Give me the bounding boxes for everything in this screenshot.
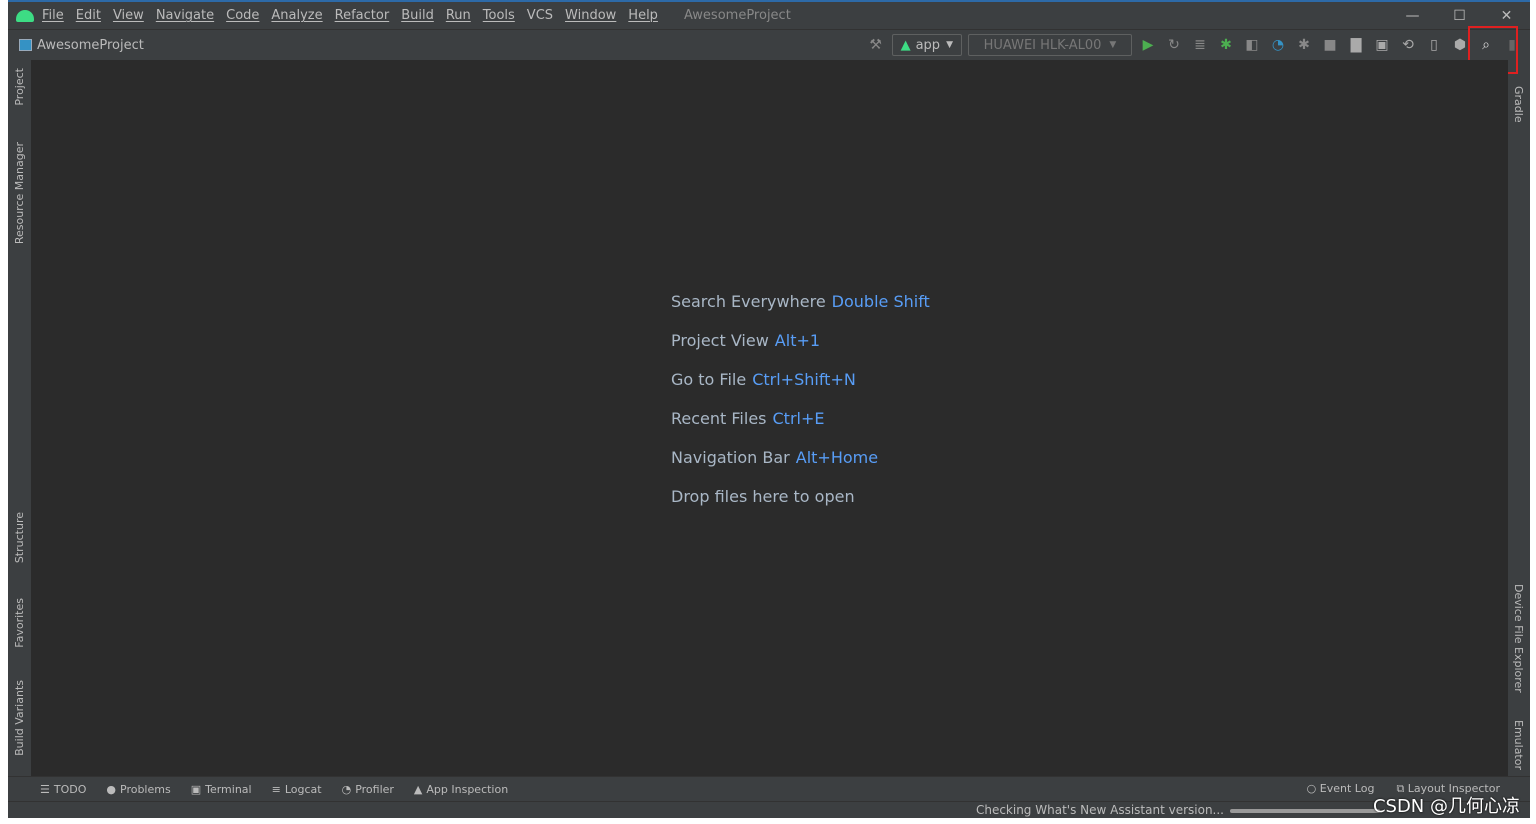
apply-changes-icon[interactable]: ↻ — [1164, 35, 1184, 55]
app-inspection-icon: ▲ — [413, 782, 423, 796]
device-manager-icon[interactable]: ▯ — [1424, 35, 1444, 55]
run-config-label: app — [915, 37, 941, 53]
run-config-select[interactable]: ▲ app ▼ — [891, 34, 962, 56]
bottom-tool-bar: ☰ TODO ● Problems ▣ Terminal ≡ Logcat ◔ Profi… — [8, 776, 1530, 801]
background-task-progress[interactable] — [1230, 809, 1380, 813]
device-label: HUAWEI HLK-AL00 — [983, 37, 1102, 53]
menu-build[interactable]: Build — [401, 8, 434, 23]
menu-run[interactable]: Run — [446, 8, 471, 23]
menu-tools[interactable]: Tools — [483, 8, 515, 23]
hint-go-to-file: Go to File Ctrl+Shift+N — [671, 370, 856, 389]
project-icon — [19, 39, 32, 51]
tool-project[interactable]: Project — [13, 68, 26, 106]
menu-view[interactable]: View — [113, 8, 144, 23]
hammer-icon[interactable]: ⚒ — [866, 35, 886, 55]
todo-icon: ☰ — [40, 782, 50, 796]
tool-todo[interactable]: TODO — [54, 783, 87, 796]
tool-emulator[interactable]: Emulator — [1512, 720, 1525, 770]
editor-area: Search Everywhere Double Shift Project Vi… — [31, 60, 1508, 776]
tool-structure[interactable]: Structure — [13, 512, 26, 563]
hint-project-view: Project View Alt+1 — [671, 331, 821, 350]
status-bar: Checking What's New Assistant version... — [8, 801, 1530, 820]
hint-navigation-bar: Navigation Bar Alt+Home — [671, 448, 879, 467]
hint-recent-files: Recent Files Ctrl+E — [671, 409, 825, 428]
ide-window: File Edit View Navigate Code Analyze Ref… — [8, 0, 1530, 818]
right-tool-strip: Gradle Device File Explorer Emulator — [1508, 60, 1530, 776]
tool-problems[interactable]: Problems — [120, 783, 171, 796]
hint-search-everywhere: Search Everywhere Double Shift — [671, 292, 930, 311]
android-icon: ▲ — [900, 37, 911, 53]
tool-terminal[interactable]: Terminal — [205, 783, 252, 796]
menu-code[interactable]: Code — [226, 8, 259, 23]
event-log-icon: ○ — [1306, 782, 1320, 795]
logcat-icon: ≡ — [271, 782, 281, 796]
debug-icon[interactable]: ✱ — [1216, 35, 1236, 55]
tool-gradle[interactable]: Gradle — [1512, 86, 1525, 123]
menu-refactor[interactable]: Refactor — [335, 8, 390, 23]
navigation-bar: AwesomeProject ⚒ ▲ app ▼ HUAWEI HLK-AL00 ▼ … — [8, 30, 1530, 60]
menu-help[interactable]: Help — [628, 8, 658, 23]
profiler-icon[interactable]: ◔ — [1268, 35, 1288, 55]
menu-bar: File Edit View Navigate Code Analyze Ref… — [8, 2, 1530, 30]
chevron-down-icon: ▼ — [946, 40, 953, 50]
status-message: Checking What's New Assistant version... — [975, 803, 1224, 817]
terminal-icon: ▣ — [190, 782, 202, 796]
breadcrumb-project[interactable]: AwesomeProject — [37, 38, 144, 53]
attach-debugger-icon[interactable]: ◧ — [1242, 35, 1262, 55]
menu-vcs[interactable]: VCS — [527, 8, 553, 23]
minimize-button[interactable]: — — [1389, 2, 1436, 30]
menu-edit[interactable]: Edit — [76, 8, 101, 23]
gradle-sync-icon[interactable]: ⟲ — [1398, 35, 1418, 55]
apply-code-changes-icon[interactable]: ≣ — [1190, 35, 1210, 55]
tool-app-inspection[interactable]: App Inspection — [426, 783, 508, 796]
tool-build-variants[interactable]: Build Variants — [13, 680, 26, 756]
tool-device-file-explorer[interactable]: Device File Explorer — [1512, 584, 1525, 693]
tool-logcat[interactable]: Logcat — [285, 783, 322, 796]
stop-icon[interactable]: ■ — [1320, 35, 1340, 55]
attach-process-icon[interactable]: ✱ — [1294, 35, 1314, 55]
device-select[interactable]: HUAWEI HLK-AL00 ▼ — [968, 34, 1132, 56]
watermark: CSDN @几何心凉 — [1372, 796, 1520, 817]
left-tool-strip: Project Resource Manager Structure Favor… — [8, 60, 31, 776]
chevron-down-icon: ▼ — [1109, 40, 1117, 50]
tool-favorites[interactable]: Favorites — [13, 598, 26, 648]
main-toolbar: ⚒ ▲ app ▼ HUAWEI HLK-AL00 ▼ ▶ ↻ ≣ ✱ ◧ ◔ ✱ ■… — [866, 33, 1522, 57]
sdk-manager-icon[interactable]: ⬢ — [1450, 35, 1470, 55]
problems-icon: ● — [106, 782, 116, 796]
project-structure-icon[interactable]: ▇ — [1346, 35, 1366, 55]
android-studio-logo-icon — [16, 9, 34, 22]
tool-event-log[interactable]: ○ Event Log — [1307, 782, 1375, 796]
empty-editor-hints: Search Everywhere Double Shift Project Vi… — [671, 292, 930, 526]
menu-navigate[interactable]: Navigate — [156, 8, 214, 23]
menu-file[interactable]: File — [42, 8, 64, 23]
profiler-icon: ◔ — [341, 782, 352, 796]
avd-manager-icon[interactable]: ▣ — [1372, 35, 1392, 55]
window-title: AwesomeProject — [683, 8, 791, 23]
menu-analyze[interactable]: Analyze — [271, 8, 322, 23]
run-icon[interactable]: ▶ — [1138, 35, 1158, 55]
tool-profiler[interactable]: Profiler — [355, 783, 394, 796]
tool-resource-manager[interactable]: Resource Manager — [13, 142, 26, 244]
menu-window[interactable]: Window — [565, 8, 616, 23]
hint-drop-files: Drop files here to open — [671, 487, 855, 506]
